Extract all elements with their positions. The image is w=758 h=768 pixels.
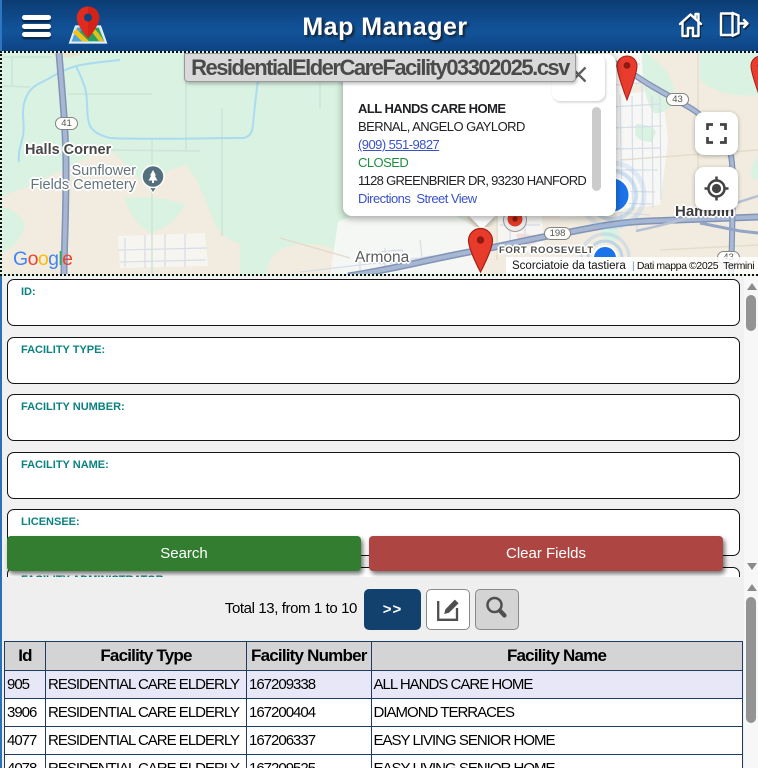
svg-text:Google: Google <box>13 248 72 270</box>
